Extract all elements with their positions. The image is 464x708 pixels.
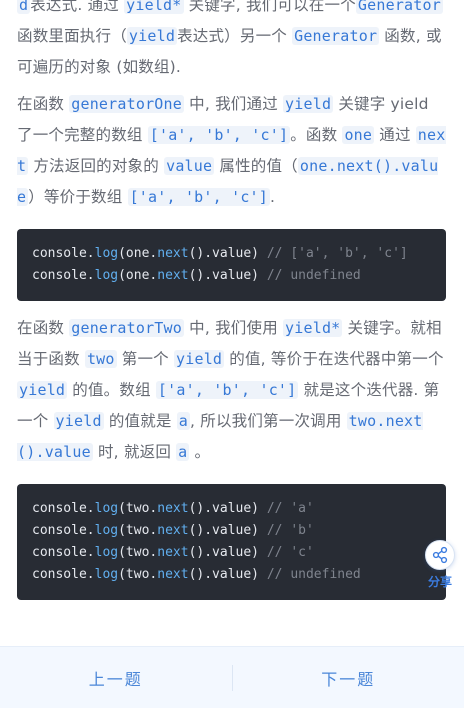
code-token: console. [32, 567, 95, 582]
code-token: console. [32, 501, 95, 516]
code-token: (one. [118, 268, 158, 283]
inline-code: yield [53, 412, 104, 430]
code-comment: // undefined [266, 567, 361, 582]
text: 在函数 [17, 95, 70, 113]
code-token: next [157, 523, 189, 538]
text: 中, 我们使用 [184, 319, 284, 337]
inline-code: value [164, 157, 215, 175]
code-token: ().value) [188, 523, 267, 538]
inline-code: ['a', 'b', 'c'] [147, 126, 291, 144]
code-token: next [157, 246, 189, 261]
text: 通过 [374, 126, 416, 144]
code-comment: // 'a' [266, 501, 314, 516]
inline-code: a [176, 412, 190, 430]
page: d 表达式. 通过 yield* 关键字, 我们可以在一个 Generator 函数… [0, 0, 464, 708]
code-token: log [94, 567, 119, 582]
text: 函数里面执行（ [17, 27, 127, 45]
inline-code: generatorOne [69, 95, 185, 113]
inline-code: Generator [355, 0, 443, 14]
code-token: (two. [118, 501, 158, 516]
inline-code: yield [126, 27, 178, 45]
code-line: console.log(two.next().value) // undefin… [32, 564, 432, 586]
inline-code: d [17, 0, 31, 14]
text: . [270, 188, 276, 206]
code-token: log [94, 268, 119, 283]
code-token: log [94, 246, 119, 261]
code-comment: // 'c' [266, 545, 314, 560]
text: 。 [189, 443, 211, 461]
code-token: next [157, 567, 189, 582]
text: 表达式. 通过 [30, 0, 125, 14]
paragraph-2: 在函数 generatorOne 中, 我们通过 yield 关键字 yield… [17, 89, 446, 213]
inline-code: a [176, 443, 190, 461]
inline-code: yield [17, 381, 68, 399]
text: 方法返回的对象的 [28, 157, 165, 175]
code-token: (two. [118, 545, 158, 560]
paragraph-3: 在函数 generatorTwo 中, 我们使用 yield* 关键字。就相当于… [17, 313, 446, 468]
share-icon[interactable] [425, 540, 455, 570]
inline-code: ['a', 'b', 'c'] [127, 188, 271, 206]
next-question-button[interactable]: 下一题 [233, 666, 464, 690]
inline-code: yield* [124, 0, 184, 14]
code-token: console. [32, 545, 95, 560]
inline-code: Generator [292, 27, 380, 45]
share-label[interactable]: 分享 [428, 573, 452, 590]
code-token: log [94, 501, 119, 516]
code-token: next [157, 268, 189, 283]
share-button[interactable]: 分享 [420, 540, 460, 590]
bottom-nav-bar: 上一题 下一题 [0, 646, 464, 708]
text: 时, 就返回 [92, 443, 177, 461]
code-token: log [94, 545, 119, 560]
inline-code: yield [283, 95, 334, 113]
inline-code: ['a', 'b', 'c'] [155, 381, 299, 399]
code-line: console.log(one.next().value) // undefin… [32, 265, 432, 287]
inline-code: generatorTwo [69, 319, 185, 337]
text: 第一个 [116, 350, 174, 368]
inline-code: one [342, 126, 375, 144]
code-line: console.log(one.next().value) // ['a', '… [32, 243, 432, 265]
prev-question-button[interactable]: 上一题 [0, 666, 232, 690]
code-line: console.log(two.next().value) // 'a' [32, 498, 432, 520]
text: 中, 我们通过 [184, 95, 284, 113]
code-line: console.log(two.next().value) // 'c' [32, 542, 432, 564]
code-comment: // ['a', 'b', 'c'] [266, 246, 408, 261]
code-token: console. [32, 268, 95, 283]
paragraph-1: d 表达式. 通过 yield* 关键字, 我们可以在一个 Generator 函数… [17, 0, 446, 83]
code-token: (two. [118, 567, 158, 582]
code-token: next [157, 545, 189, 560]
article-content: d 表达式. 通过 yield* 关键字, 我们可以在一个 Generator 函数… [0, 0, 464, 600]
code-token: ().value) [188, 268, 267, 283]
code-token: ().value) [188, 545, 267, 560]
text: 关键字, 我们可以在一个 [183, 0, 356, 14]
code-token: ().value) [188, 501, 267, 516]
text: 的值, 等价于在迭代器中第一个 [224, 350, 444, 368]
code-token: (one. [118, 246, 158, 261]
text: 的值。数组 [67, 381, 156, 399]
code-token: console. [32, 523, 95, 538]
text: 表达式）另一个 [177, 27, 293, 45]
text: ）等价于数组 [28, 188, 128, 206]
inline-code: yield* [283, 319, 343, 337]
code-token: (two. [118, 523, 158, 538]
code-token: console. [32, 246, 95, 261]
code-token: log [94, 523, 119, 538]
text: 的值就是 [103, 412, 177, 430]
code-comment: // undefined [266, 268, 361, 283]
text: 。函数 [290, 126, 343, 144]
inline-code: yield [174, 350, 225, 368]
text: 在函数 [17, 319, 70, 337]
code-token: ().value) [188, 246, 267, 261]
code-block-2: console.log(two.next().value) // 'a' cons… [17, 484, 446, 600]
text: 属性的值（ [214, 157, 298, 175]
text: , 所以我们第一次调用 [189, 412, 347, 430]
inline-code: two [84, 350, 117, 368]
code-comment: // 'b' [266, 523, 314, 538]
code-token: ().value) [188, 567, 267, 582]
code-token: next [157, 501, 189, 516]
code-line: console.log(two.next().value) // 'b' [32, 520, 432, 542]
code-block-1: console.log(one.next().value) // ['a', '… [17, 229, 446, 301]
